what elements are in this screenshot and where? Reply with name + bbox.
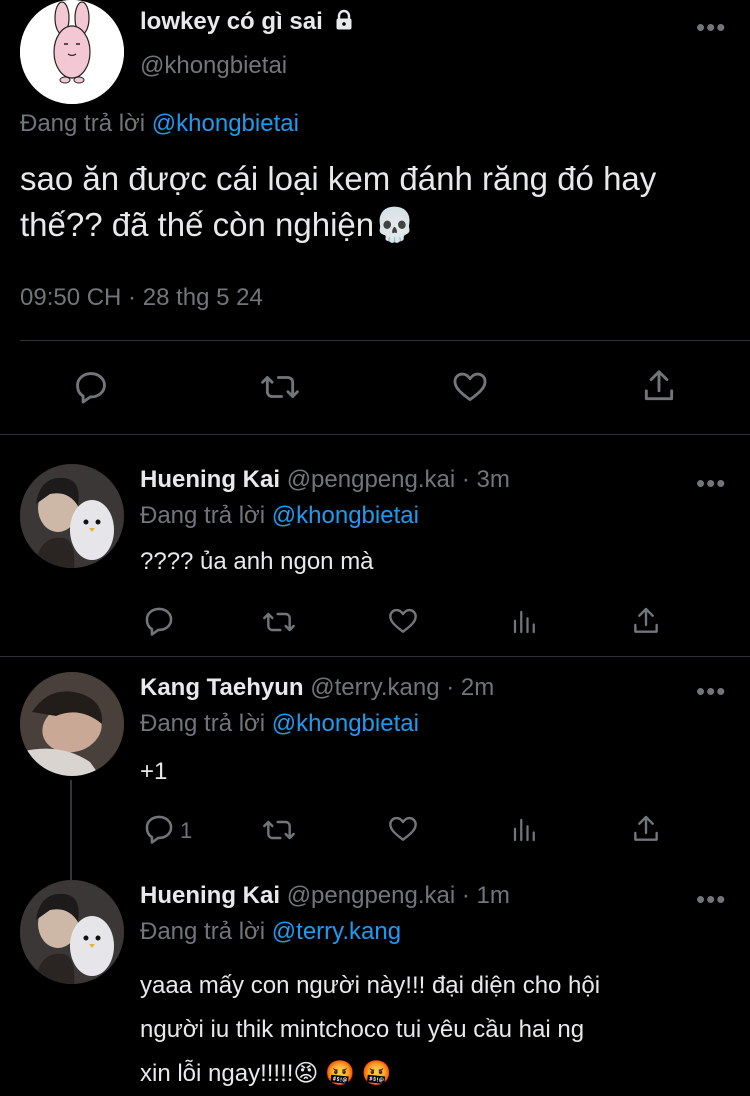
reply-icon[interactable] [142, 812, 176, 846]
time: · 2m [446, 674, 495, 701]
tweet-text: sao ăn được cái loại kem đánh răng đó ha… [20, 160, 657, 243]
reply-text: yaaa mấy con người này!!! đại diện cho h… [140, 972, 601, 1087]
more-options-icon[interactable]: ••• [696, 886, 726, 912]
share-icon[interactable] [630, 604, 662, 638]
replying-to: Đang trả lời @terry.kang [140, 918, 402, 945]
time: · 3m [461, 466, 510, 493]
display-name[interactable]: Huening Kai [140, 882, 280, 909]
share-icon[interactable] [640, 366, 678, 406]
handle[interactable]: @terry.kang [310, 674, 439, 701]
thread-line [70, 780, 72, 880]
views-icon[interactable] [510, 814, 540, 846]
avatar-photo [20, 672, 124, 776]
avatar-photo [20, 464, 124, 568]
replying-to-link[interactable]: @terry.kang [272, 918, 401, 945]
skull-emoji: 💀 [374, 206, 416, 243]
replying-to: Đang trả lời @khongbietai [140, 502, 419, 529]
reply-text: ???? ủa anh ngon mà [140, 548, 374, 575]
timestamp: 09:50 CH · 28 thg 5 24 [20, 284, 263, 311]
replying-to-link[interactable]: @khongbietai [152, 110, 299, 137]
like-icon[interactable] [386, 605, 420, 637]
reply-icon[interactable] [72, 368, 110, 406]
divider [0, 656, 750, 657]
replying-to: Đang trả lời @khongbietai [20, 110, 299, 137]
more-options-icon[interactable]: ••• [696, 14, 726, 40]
more-options-icon[interactable]: ••• [696, 470, 726, 496]
views-icon[interactable] [510, 606, 540, 638]
reply-icon[interactable] [142, 604, 176, 638]
handle[interactable]: @pengpeng.kai [287, 882, 456, 909]
lock-icon [333, 9, 355, 38]
reply-header: Kang Taehyun @terry.kang · 2m [140, 674, 494, 702]
share-icon[interactable] [630, 812, 662, 846]
more-options-icon[interactable]: ••• [696, 678, 726, 704]
avatar[interactable] [20, 880, 124, 984]
replying-to-link[interactable]: @khongbietai [272, 502, 419, 529]
reply-text: +1 [140, 758, 168, 785]
display-name[interactable]: Kang Taehyun [140, 674, 304, 701]
replying-to: Đang trả lời @khongbietai [140, 710, 419, 737]
avatar-photo [20, 880, 124, 984]
avatar[interactable] [20, 464, 124, 568]
bunny-avatar-image [20, 0, 124, 104]
like-icon[interactable] [450, 368, 490, 406]
like-icon[interactable] [386, 813, 420, 845]
display-name[interactable]: Huening Kai [140, 466, 280, 493]
display-name[interactable]: lowkey có gì sai [140, 8, 355, 38]
retweet-icon[interactable] [260, 606, 298, 638]
divider [20, 340, 750, 341]
time: · 1m [461, 882, 510, 909]
retweet-icon[interactable] [259, 368, 301, 406]
handle[interactable]: @pengpeng.kai [287, 466, 456, 493]
retweet-icon[interactable] [260, 814, 298, 846]
replying-to-link[interactable]: @khongbietai [272, 710, 419, 737]
angry-emojis: 😡 🤬 🤬 [293, 1060, 392, 1087]
divider [0, 434, 750, 435]
reply-header: Huening Kai @pengpeng.kai · 3m [140, 466, 510, 494]
avatar[interactable] [20, 672, 124, 776]
reply-count: 1 [180, 818, 193, 843]
reply-header: Huening Kai @pengpeng.kai · 1m [140, 882, 510, 910]
handle[interactable]: @khongbietai [140, 52, 287, 80]
avatar[interactable] [20, 0, 124, 104]
